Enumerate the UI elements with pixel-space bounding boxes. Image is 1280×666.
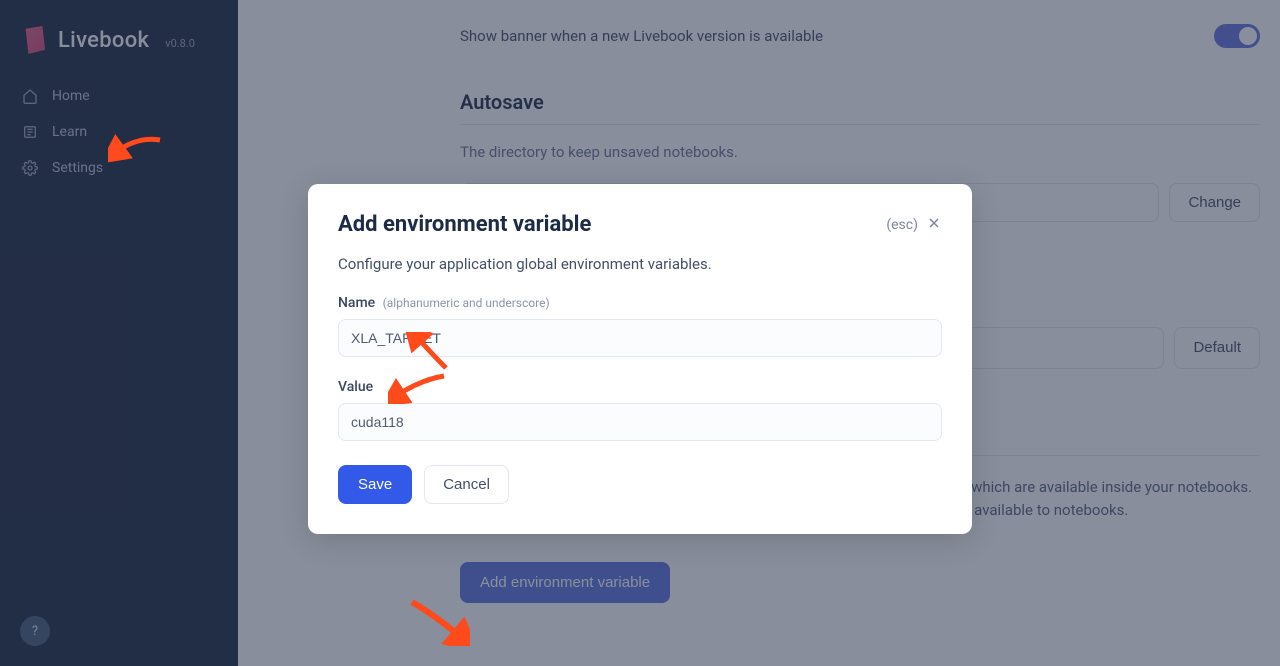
add-env-var-modal: Add environment variable (esc) Configure… [308, 184, 972, 534]
modal-title: Add environment variable [338, 212, 591, 237]
value-field-label: Value [338, 379, 942, 395]
help-button[interactable]: ? [20, 616, 50, 646]
modal-close[interactable]: (esc) [886, 215, 942, 235]
value-label-text: Value [338, 379, 373, 395]
esc-hint: (esc) [886, 217, 918, 233]
name-field-label: Name (alphanumeric and underscore) [338, 295, 942, 311]
name-label-text: Name [338, 295, 375, 311]
modal-header: Add environment variable (esc) [338, 212, 942, 237]
modal-actions: Save Cancel [338, 465, 942, 504]
modal-subtitle: Configure your application global enviro… [338, 255, 942, 273]
cancel-button[interactable]: Cancel [424, 465, 509, 504]
name-hint: (alphanumeric and underscore) [383, 296, 550, 310]
close-icon [926, 215, 942, 235]
save-button[interactable]: Save [338, 465, 412, 504]
name-input[interactable] [338, 319, 942, 357]
value-input[interactable] [338, 403, 942, 441]
